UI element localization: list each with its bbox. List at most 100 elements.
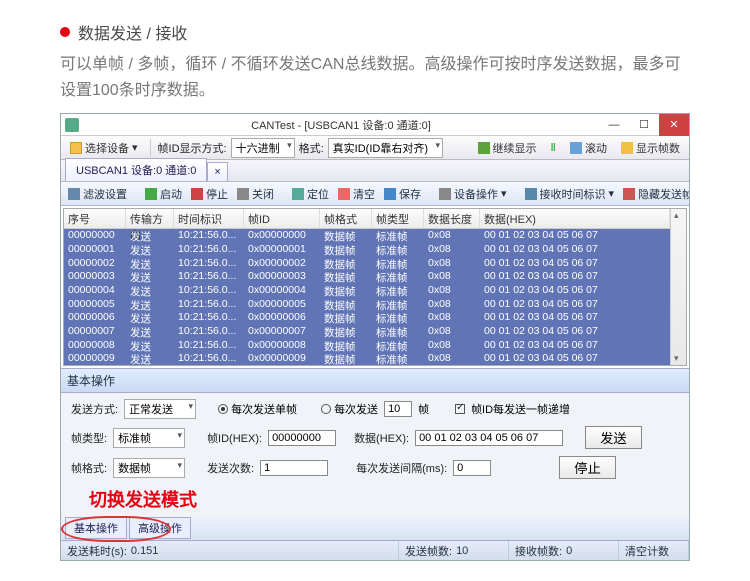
filter-button[interactable]: 滤波设置 [65, 185, 130, 203]
bullet-dot-icon [60, 27, 70, 37]
frame-type-combo[interactable]: 标准帧 [113, 428, 185, 448]
frame-id-mode-combo[interactable]: 十六进制 [231, 138, 295, 158]
table-row[interactable]: 00000000发送10:21:56.0...0x00000000数据帧标准帧0… [64, 229, 670, 243]
status-rx-value: 0 [566, 545, 572, 557]
stop-icon [191, 188, 203, 200]
intro-text: 可以单帧 / 多帧，循环 / 不循环发送CAN总线数据。高级操作可按时序发送数据… [60, 52, 690, 103]
col-type[interactable]: 帧类型 [372, 209, 424, 228]
tab-close-button[interactable]: × [207, 162, 227, 181]
col-seq[interactable]: 序号 [64, 209, 126, 228]
tab-channel-0[interactable]: USBCAN1 设备:0 通道:0 [65, 158, 207, 181]
pause-icon: ‖ [551, 142, 556, 154]
frame-id-input[interactable] [268, 430, 336, 446]
maximize-button[interactable]: ☐ [629, 114, 659, 136]
filter-icon [68, 188, 80, 200]
table-row[interactable]: 00000002发送10:21:56.0...0x00000002数据帧标准帧0… [64, 257, 670, 271]
clear-icon [338, 188, 350, 200]
table-row[interactable]: 00000003发送10:21:56.0...0x00000003数据帧标准帧0… [64, 270, 670, 284]
table-row[interactable]: 00000009发送10:21:56.0...0x00000009数据帧标准帧0… [64, 352, 670, 365]
table-row[interactable]: 00000006发送10:21:56.0...0x00000006数据帧标准帧0… [64, 311, 670, 325]
pause-button[interactable]: ‖ [546, 140, 561, 156]
send-mode-label: 发送方式: [71, 401, 118, 417]
save-button[interactable]: 保存 [381, 185, 424, 203]
table-row[interactable]: 00000004发送10:21:56.0...0x00000004数据帧标准帧0… [64, 284, 670, 298]
channel-toolbar: 滤波设置 启动 停止 关闭 定位 清空 保存 设备操作 ▾ 接收时间标识 ▾ 隐… [61, 182, 689, 206]
radio-multi-frame[interactable]: 每次发送 [321, 401, 378, 417]
minimize-button[interactable]: — [599, 114, 629, 136]
bottom-tabs: 基本操作 高级操作 [61, 516, 689, 540]
close-button[interactable]: ✕ [659, 114, 689, 136]
radio-icon [218, 404, 228, 414]
col-fmt[interactable]: 帧格式 [320, 209, 372, 228]
locate-button[interactable]: 定位 [289, 185, 332, 203]
table-row[interactable]: 00000007发送10:21:56.0...0x00000007数据帧标准帧0… [64, 325, 670, 339]
window-title: CANTest - [USBCAN1 设备:0 通道:0] [83, 117, 599, 133]
send-interval-label: 每次发送间隔(ms): [356, 460, 447, 476]
tab-basic-mode[interactable]: 基本操作 [65, 517, 127, 539]
radio-icon [321, 404, 331, 414]
grid-header: 序号 传输方向 时间标识 帧ID 帧格式 帧类型 数据长度 数据(HEX) [64, 209, 670, 229]
save-icon [384, 188, 396, 200]
locate-icon [292, 188, 304, 200]
play-icon [478, 142, 490, 154]
clear-count-button[interactable]: 清空计数 [619, 541, 689, 560]
status-send-time-value: 0.151 [131, 545, 159, 557]
device-ops-button[interactable]: 设备操作 ▾ [436, 185, 510, 203]
frame-id-display-label: 帧ID显示方式: [158, 140, 227, 156]
list-icon [621, 142, 633, 154]
app-window: CANTest - [USBCAN1 设备:0 通道:0] — ☐ ✕ 选择设备… [60, 113, 690, 561]
intro-title: 数据发送 / 接收 [78, 20, 187, 44]
titlebar: CANTest - [USBCAN1 设备:0 通道:0] — ☐ ✕ [61, 114, 689, 136]
show-count-button[interactable]: 显示帧数 [616, 138, 685, 158]
data-grid[interactable]: 序号 传输方向 时间标识 帧ID 帧格式 帧类型 数据长度 数据(HEX) 00… [64, 209, 670, 365]
gear-icon [439, 188, 451, 200]
col-id[interactable]: 帧ID [244, 209, 320, 228]
format-combo[interactable]: 真实ID(ID靠右对齐) [328, 138, 443, 158]
table-row[interactable]: 00000001发送10:21:56.0...0x00000001数据帧标准帧0… [64, 243, 670, 257]
tab-advanced-mode[interactable]: 高级操作 [129, 517, 191, 539]
col-len[interactable]: 数据长度 [424, 209, 480, 228]
col-data[interactable]: 数据(HEX) [480, 209, 670, 228]
status-bar: 发送耗时(s): 0.151 发送帧数: 10 接收帧数: 0 清空计数 [61, 540, 689, 560]
hide-tx-button[interactable]: 隐藏发送帧 [620, 185, 689, 203]
stop-send-button[interactable]: 停止 [559, 456, 616, 479]
stop-button[interactable]: 停止 [188, 185, 231, 203]
format-label: 格式: [299, 140, 324, 156]
frame-format-combo[interactable]: 数据帧 [113, 458, 185, 478]
scroll-button[interactable]: 滚动 [565, 138, 612, 158]
status-tx-label: 发送帧数: [405, 543, 452, 559]
radio-single-frame[interactable]: 每次发送单帧 [218, 401, 297, 417]
basic-panel-title: 基本操作 [61, 368, 689, 393]
frame-format-label: 帧格式: [71, 460, 107, 476]
frame-type-label: 帧类型: [71, 430, 107, 446]
data-label: 数据(HEX): [354, 430, 409, 446]
table-row[interactable]: 00000008发送10:21:56.0...0x00000008数据帧标准帧0… [64, 339, 670, 353]
start-button[interactable]: 启动 [142, 185, 185, 203]
select-device-button[interactable]: 选择设备 ▾ [65, 138, 143, 158]
close-channel-button[interactable]: 关闭 [234, 185, 277, 203]
frame-id-label: 帧ID(HEX): [207, 430, 262, 446]
col-time[interactable]: 时间标识 [174, 209, 244, 228]
continue-display-button[interactable]: 继续显示 [473, 138, 542, 158]
multi-count-input[interactable] [384, 401, 412, 417]
table-row[interactable]: 00000005发送10:21:56.0...0x00000005数据帧标准帧0… [64, 298, 670, 312]
vertical-scrollbar[interactable] [670, 209, 686, 365]
scroll-icon [570, 142, 582, 154]
status-tx-value: 10 [456, 545, 468, 557]
send-interval-input[interactable] [453, 460, 491, 476]
start-icon [145, 188, 157, 200]
send-mode-combo[interactable]: 正常发送 [124, 399, 196, 419]
status-rx-label: 接收帧数: [515, 543, 562, 559]
col-dir[interactable]: 传输方向 [126, 209, 174, 228]
send-count-input[interactable] [260, 460, 328, 476]
send-button[interactable]: 发送 [585, 426, 642, 449]
hide-icon [623, 188, 635, 200]
main-toolbar: 选择设备 ▾ 帧ID显示方式: 十六进制 格式: 真实ID(ID靠右对齐) 继续… [61, 136, 689, 160]
app-icon [65, 118, 79, 132]
rx-time-button[interactable]: 接收时间标识 ▾ [522, 185, 618, 203]
send-count-label: 发送次数: [207, 460, 254, 476]
id-increment-label: 帧ID每发送一帧递增 [471, 401, 570, 417]
data-input[interactable] [415, 430, 563, 446]
clear-button[interactable]: 清空 [335, 185, 378, 203]
id-increment-checkbox[interactable] [455, 404, 465, 414]
